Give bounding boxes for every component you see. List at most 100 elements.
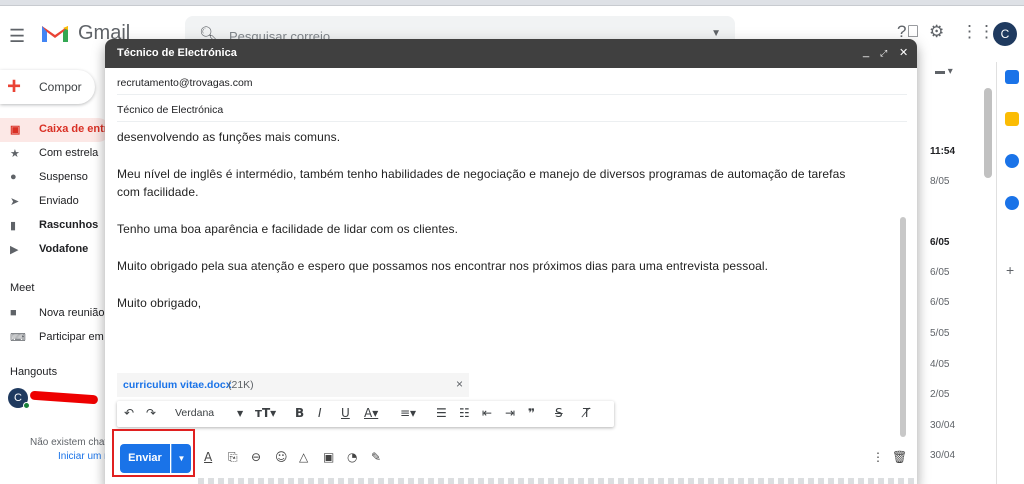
video-icon: ■: [10, 307, 17, 319]
numbered-list-icon[interactable]: ☰: [436, 406, 447, 420]
text-color-icon[interactable]: A▾: [364, 406, 378, 420]
side-panel: +: [996, 62, 1024, 484]
sidebar-item-sent[interactable]: ➤ Enviado: [0, 190, 110, 214]
gear-icon[interactable]: ⚙: [929, 22, 944, 42]
mail-date: 5/05: [930, 328, 950, 339]
plus-icon: +: [7, 73, 22, 100]
online-status-dot: [23, 402, 30, 409]
emoji-icon[interactable]: ☺: [275, 450, 288, 464]
subject-text[interactable]: Técnico de Electrónica: [117, 104, 223, 116]
italic-icon[interactable]: I: [318, 406, 322, 420]
body-line: Muito obrigado pela sua atenção e espero…: [117, 259, 769, 273]
mail-preview-strip: [198, 478, 918, 484]
inbox-icon: ▣: [10, 124, 21, 136]
attach-file-icon[interactable]: ⎘: [228, 450, 238, 465]
sidebar-item-label: Vodafone: [39, 243, 89, 255]
to-field[interactable]: recrutamento@trovagas.com: [117, 69, 907, 95]
gmail-window: ☰ Gmail 🔍︎ Pesquisar correio ▼ ?⃝ ⚙ ⋮⋮⋮ …: [0, 0, 1024, 484]
attachment-size: (21K): [228, 379, 254, 391]
send-button[interactable]: Enviar: [120, 444, 170, 473]
sidebar-item-drafts[interactable]: ▮ Rascunhos: [0, 214, 110, 238]
undo-icon[interactable]: ↶: [124, 406, 134, 420]
font-select[interactable]: Verdana: [175, 407, 214, 419]
mail-date: 4/05: [930, 359, 950, 370]
tasks-icon[interactable]: [1005, 154, 1019, 168]
mail-date: 6/05: [930, 267, 950, 278]
quote-icon[interactable]: ❞: [528, 406, 535, 420]
sidebar-item-label: Caixa de entr: [39, 123, 109, 135]
align-icon[interactable]: ≡▾: [400, 406, 416, 420]
sidebar-item-new-meeting[interactable]: ■ Nova reunião: [0, 302, 110, 326]
mail-date: 30/04: [930, 420, 956, 431]
keyboard-icon: ⌨: [10, 332, 26, 344]
account-avatar[interactable]: C: [993, 22, 1017, 46]
sidebar-item-snoozed[interactable]: ● Suspenso: [0, 166, 110, 190]
attachment-name[interactable]: curriculum vitae.docx: [123, 379, 232, 391]
indent-less-icon[interactable]: ⇤: [482, 406, 492, 420]
fullscreen-icon[interactable]: ⤢: [880, 48, 887, 59]
bulleted-list-icon[interactable]: ☷: [459, 406, 470, 420]
compose-button[interactable]: + Compor: [0, 70, 95, 104]
remove-formatting-icon[interactable]: T̸: [583, 406, 590, 420]
mail-date: 6/05: [930, 297, 950, 308]
draft-icon: ▮: [10, 220, 17, 232]
mail-date: 6/05: [930, 237, 950, 248]
font-dropdown-icon[interactable]: ▼: [237, 409, 243, 418]
sidebar-item-label: Enviado: [39, 195, 79, 207]
subject-field[interactable]: Técnico de Electrónica: [117, 96, 907, 122]
drive-icon[interactable]: △: [299, 450, 308, 464]
input-tools-icon[interactable]: ▬ ▾: [935, 66, 953, 77]
trash-icon[interactable]: 🗑︎: [892, 450, 907, 464]
send-options-icon[interactable]: ▼: [171, 444, 191, 473]
indent-more-icon[interactable]: ⇥: [505, 406, 515, 420]
sidebar-item-starred[interactable]: ★ Com estrela: [0, 142, 110, 166]
redacted-name: [29, 390, 99, 405]
bold-icon[interactable]: B: [295, 406, 304, 420]
sidebar-item-inbox[interactable]: ▣ Caixa de entr: [0, 118, 110, 142]
compose-header[interactable]: Técnico de Electrónica _ ⤢ ✕: [105, 39, 917, 68]
keep-icon[interactable]: [1005, 112, 1019, 126]
compose-label: Compor: [39, 80, 82, 94]
send-icon: ➤: [10, 196, 20, 208]
star-icon: ★: [10, 148, 20, 160]
mail-date: 30/04: [930, 450, 956, 461]
underline-icon[interactable]: U: [341, 406, 350, 420]
hangouts-header: Hangouts: [10, 366, 58, 378]
redo-icon[interactable]: ↷: [146, 406, 156, 420]
sidebar-item-label: Suspenso: [39, 171, 88, 183]
add-addon-icon[interactable]: +: [1006, 262, 1014, 278]
main-menu-icon[interactable]: ☰: [9, 26, 25, 47]
remove-attachment-icon[interactable]: ×: [456, 377, 463, 391]
hangouts-start-link[interactable]: Iniciar um r: [58, 451, 107, 462]
sidebar-item-vodafone[interactable]: ▶ Vodafone: [0, 238, 110, 262]
formatting-options-icon[interactable]: A: [204, 450, 212, 464]
contacts-icon[interactable]: [1005, 196, 1019, 210]
compose-scrollbar[interactable]: [900, 217, 906, 437]
search-options-icon[interactable]: ▼: [711, 28, 721, 39]
gmail-logo-icon[interactable]: [40, 22, 70, 44]
more-options-icon[interactable]: ⋮: [872, 450, 884, 464]
insert-photo-icon[interactable]: ▣: [323, 450, 334, 464]
signature-icon[interactable]: ✎: [371, 450, 381, 464]
close-icon[interactable]: ✕: [899, 46, 908, 59]
compose-title: Técnico de Electrónica: [117, 47, 237, 59]
mail-date: 11:54: [930, 146, 956, 157]
body-line: com facilidade.: [117, 185, 199, 199]
sidebar-item-label: Participar em: [39, 331, 104, 343]
mail-list-scrollbar[interactable]: [984, 88, 992, 178]
strikethrough-icon[interactable]: S: [555, 406, 563, 420]
font-size-icon[interactable]: тT▾: [255, 406, 276, 420]
confidential-mode-icon[interactable]: ◔: [347, 450, 357, 464]
calendar-icon[interactable]: [1005, 70, 1019, 84]
body-line: Tenho uma boa aparência e facilidade de …: [117, 222, 459, 236]
attachment-chip[interactable]: curriculum vitae.docx (21K) ×: [117, 373, 469, 397]
insert-link-icon[interactable]: ⊖: [251, 450, 261, 464]
compose-window: Técnico de Electrónica _ ⤢ ✕ recrutament…: [105, 39, 917, 484]
sidebar-item-join-meeting[interactable]: ⌨ Participar em: [0, 326, 110, 350]
body-line: Muito obrigado,: [117, 296, 202, 310]
minimize-icon[interactable]: _: [863, 46, 869, 58]
message-body[interactable]: desenvolvendo as funções mais comuns. Me…: [117, 128, 897, 312]
sidebar-item-label: Com estrela: [39, 147, 99, 159]
sidebar-item-label: Nova reunião: [39, 307, 105, 319]
recipient[interactable]: recrutamento@trovagas.com: [117, 77, 253, 89]
